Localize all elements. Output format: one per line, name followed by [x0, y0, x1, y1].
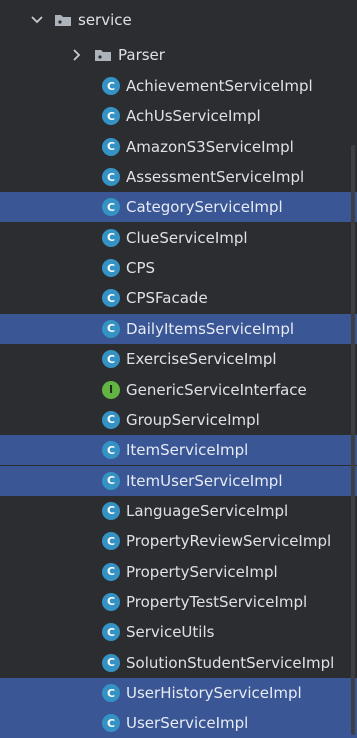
tree-item-label: CPS: [126, 259, 156, 278]
tree-item[interactable]: I GenericServiceInterface: [0, 375, 357, 405]
class-icon: C: [102, 684, 120, 702]
tree-item[interactable]: C DailyItemsServiceImpl: [0, 313, 357, 344]
vertical-scrollbar[interactable]: [351, 145, 355, 735]
class-icon: C: [102, 653, 120, 672]
class-icon: C: [102, 592, 120, 611]
tree-item-label: GenericServiceInterface: [126, 380, 307, 399]
class-icon: C: [102, 410, 120, 429]
tree-item-label: ExerciseServiceImpl: [126, 350, 277, 369]
tree-item[interactable]: C PropertyReviewServiceImpl: [0, 526, 357, 556]
tree-item[interactable]: C PropertyTestServiceImpl: [0, 587, 357, 617]
tree-item-label: SolutionStudentServiceImpl: [126, 653, 335, 672]
tree-item[interactable]: C LanguageServiceImpl: [0, 496, 357, 526]
class-icon: C: [102, 319, 120, 338]
tree-item-label: ItemServiceImpl: [126, 441, 249, 460]
tree-item[interactable]: C AchievementServiceImpl: [0, 71, 357, 101]
tree-item-label: AchievementServiceImpl: [126, 77, 313, 95]
class-icon: C: [102, 532, 120, 551]
class-icon: C: [102, 471, 120, 490]
chevron-down-icon[interactable]: [30, 13, 44, 27]
tree-item[interactable]: C AssessmentServiceImpl: [0, 162, 357, 192]
tree-item[interactable]: C PropertyServiceImpl: [0, 557, 357, 587]
class-icon: C: [102, 441, 120, 460]
package-folder-icon: [55, 15, 71, 26]
class-icon: C: [102, 623, 120, 642]
tree-item-label: AchUsServiceImpl: [126, 107, 261, 126]
tree-folder-parser[interactable]: Parser: [0, 40, 357, 70]
tree-item-label: ItemUserServiceImpl: [126, 471, 283, 490]
tree-item[interactable]: C CategoryServiceImpl: [0, 192, 357, 223]
class-icon: C: [102, 107, 120, 126]
tree-item[interactable]: C CPSFacade: [0, 283, 357, 313]
tree-item[interactable]: C AchUsServiceImpl: [0, 101, 357, 131]
tree-item[interactable]: C UserHistoryServiceImpl: [0, 678, 357, 708]
tree-item-label: UserServiceImpl: [126, 714, 249, 733]
class-icon: C: [102, 228, 120, 247]
tree-item[interactable]: C SolutionStudentServiceImpl: [0, 648, 357, 678]
tree-item-label: UserHistoryServiceImpl: [126, 684, 302, 702]
class-icon: C: [102, 77, 120, 95]
tree-item-label: AssessmentServiceImpl: [126, 168, 305, 187]
tree-item-label: ClueServiceImpl: [126, 228, 248, 247]
tree-item-label: CategoryServiceImpl: [126, 198, 283, 217]
tree-item[interactable]: C ServiceUtils: [0, 617, 357, 647]
class-icon: C: [102, 137, 120, 156]
class-icon: C: [102, 350, 120, 369]
tree-folder-service[interactable]: service: [0, 5, 357, 35]
tree-item-label: PropertyTestServiceImpl: [126, 592, 308, 611]
project-tree: service Parser C AchievementServiceImpl C A…: [0, 0, 357, 738]
tree-item[interactable]: C ItemServiceImpl: [0, 435, 357, 466]
class-icon: C: [102, 259, 120, 278]
tree-folder-label: service: [78, 11, 132, 29]
class-icon: C: [102, 168, 120, 187]
class-icon: C: [102, 562, 120, 581]
tree-item-label: AmazonS3ServiceImpl: [126, 137, 294, 156]
class-icon: C: [102, 501, 120, 520]
class-icon: C: [102, 714, 120, 733]
tree-item-label: GroupServiceImpl: [126, 410, 260, 429]
class-icon: C: [102, 198, 120, 217]
tree-item[interactable]: C GroupServiceImpl: [0, 405, 357, 435]
tree-item-label: PropertyReviewServiceImpl: [126, 532, 332, 551]
tree-item-label: PropertyServiceImpl: [126, 562, 278, 581]
chevron-right-icon[interactable]: [70, 48, 84, 62]
tree-item-label: DailyItemsServiceImpl: [126, 319, 295, 338]
tree-item[interactable]: C ItemUserServiceImpl: [0, 465, 357, 496]
tree-item[interactable]: C UserServiceImpl: [0, 708, 357, 738]
package-folder-icon: [95, 50, 111, 61]
tree-item[interactable]: C ExerciseServiceImpl: [0, 344, 357, 374]
tree-folder-label: Parser: [118, 46, 165, 64]
tree-item[interactable]: C AmazonS3ServiceImpl: [0, 132, 357, 162]
tree-item[interactable]: C CPS: [0, 253, 357, 283]
tree-item-label: ServiceUtils: [126, 623, 215, 642]
class-icon: C: [102, 289, 120, 308]
tree-item-label: LanguageServiceImpl: [126, 501, 289, 520]
tree-item-label: CPSFacade: [126, 289, 208, 308]
interface-icon: I: [102, 380, 120, 399]
tree-item[interactable]: C ClueServiceImpl: [0, 223, 357, 253]
